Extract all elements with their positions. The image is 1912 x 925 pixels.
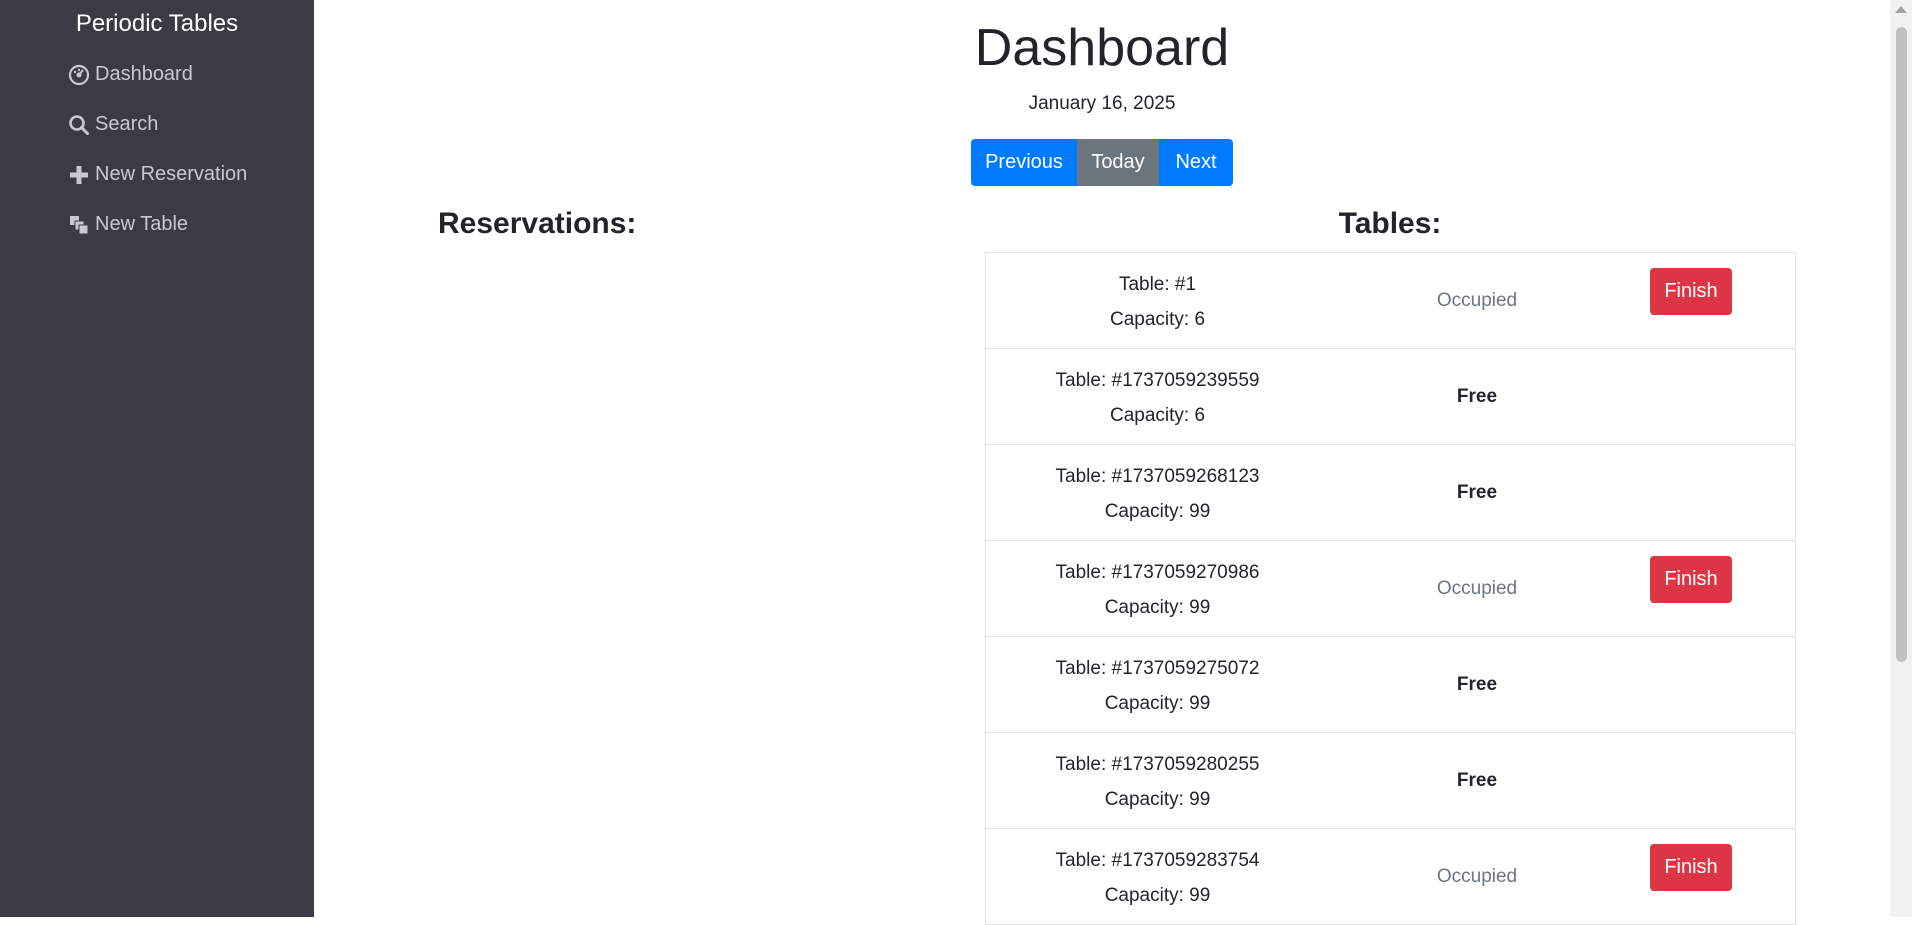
sidebar-item-search[interactable]: Search [68,113,158,136]
table-row: Table: #1737059270986 Capacity: 99 Occup… [985,541,1796,637]
today-button[interactable]: Today [1077,139,1159,186]
brand-title[interactable]: Periodic Tables [0,10,314,38]
date-nav-group: Previous Today Next [971,139,1233,186]
vertical-scrollbar[interactable] [1890,0,1912,917]
table-info: Table: #1737059270986 Capacity: 99 [986,555,1329,625]
table-row: Table: #1737059275072 Capacity: 99 Free [985,637,1796,733]
table-status: Free [1456,673,1498,695]
table-number: Table: #1737059270986 [1055,562,1260,583]
tables-list: Table: #1 Capacity: 6 Occupied Finish Ta… [985,252,1796,925]
sidebar: Periodic Tables Dashboard Search New Res… [0,0,314,917]
table-status: Occupied [1436,577,1518,599]
table-info: Table: #1737059283754 Capacity: 99 [986,843,1329,913]
table-capacity: Capacity: 6 [1109,309,1206,330]
scroll-thumb[interactable] [1896,27,1907,662]
sidebar-item-dashboard[interactable]: Dashboard [68,63,193,86]
table-status: Free [1456,769,1498,791]
table-info: Table: #1737059275072 Capacity: 99 [986,651,1329,721]
table-row: Table: #1 Capacity: 6 Occupied Finish [985,253,1796,349]
table-info: Table: #1737059280255 Capacity: 99 [986,747,1329,817]
sidebar-item-label: New Table [95,213,189,235]
table-capacity: Capacity: 99 [1104,597,1211,618]
dashboard-icon [68,64,90,86]
table-status: Free [1456,481,1498,503]
page-title: Dashboard [974,19,1230,77]
table-number: Table: #1737059275072 [1055,658,1260,679]
table-number: Table: #1 [1118,274,1197,295]
table-info: Table: #1 Capacity: 6 [986,267,1329,337]
sidebar-item-new-reservation[interactable]: New Reservation [68,163,247,186]
table-status: Free [1456,385,1498,407]
table-info: Table: #1737059239559 Capacity: 6 [986,363,1329,433]
finish-button[interactable]: Finish [1650,844,1732,891]
table-icon [68,214,90,236]
table-capacity: Capacity: 99 [1104,693,1211,714]
table-info: Table: #1737059268123 Capacity: 99 [986,459,1329,529]
sidebar-item-label: Search [95,113,159,135]
finish-button[interactable]: Finish [1650,268,1732,315]
table-capacity: Capacity: 99 [1104,789,1211,810]
table-capacity: Capacity: 99 [1104,885,1211,906]
finish-button[interactable]: Finish [1650,556,1732,603]
table-capacity: Capacity: 99 [1104,501,1211,522]
table-number: Table: #1737059283754 [1055,850,1260,871]
table-row: Table: #1737059283754 Capacity: 99 Occup… [985,829,1796,925]
sidebar-item-new-table[interactable]: New Table [68,213,188,236]
sidebar-item-label: Dashboard [95,63,193,85]
table-status: Occupied [1436,865,1518,887]
reservations-heading: Reservations: [438,207,637,240]
next-button[interactable]: Next [1159,139,1233,186]
table-row: Table: #1737059280255 Capacity: 99 Free [985,733,1796,829]
table-number: Table: #1737059280255 [1055,754,1260,775]
table-row: Table: #1737059268123 Capacity: 99 Free [985,445,1796,541]
search-icon [68,114,90,136]
table-capacity: Capacity: 6 [1109,405,1206,426]
scroll-up-arrow-icon[interactable] [1895,6,1907,13]
table-number: Table: #1737059239559 [1055,370,1260,391]
current-date: January 16, 2025 [1028,93,1176,114]
tables-heading: Tables: [1338,207,1442,240]
table-status: Occupied [1436,289,1518,311]
plus-icon [68,164,90,186]
table-row: Table: #1737059239559 Capacity: 6 Free [985,349,1796,445]
table-number: Table: #1737059268123 [1055,466,1260,487]
previous-button[interactable]: Previous [971,139,1077,186]
sidebar-item-label: New Reservation [95,163,248,185]
